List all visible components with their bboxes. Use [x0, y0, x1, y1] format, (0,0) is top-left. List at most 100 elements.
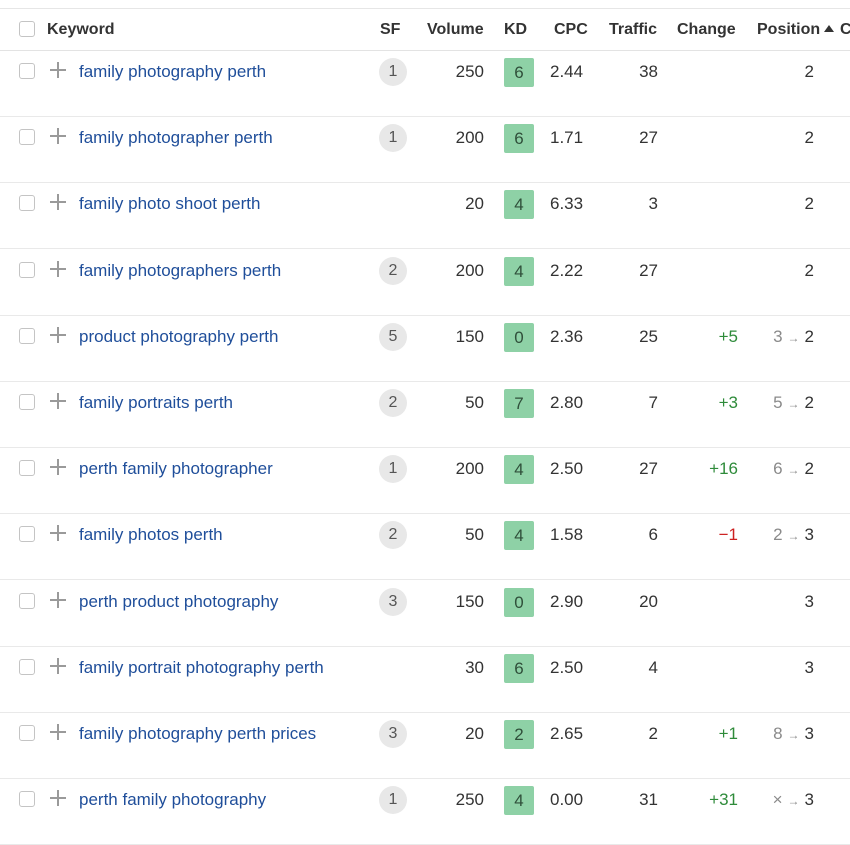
column-header-traffic[interactable]: Traffic	[609, 9, 657, 50]
column-header-volume[interactable]: Volume	[427, 9, 484, 50]
previous-position: ×	[772, 790, 783, 809]
kd-badge: 7	[504, 389, 534, 418]
position-value: 5 → 2	[740, 391, 814, 415]
select-all-checkbox[interactable]	[19, 21, 35, 37]
keyword-link[interactable]: family photos perth	[79, 523, 223, 547]
volume-value: 150	[455, 592, 484, 611]
current-position: 2	[804, 194, 814, 213]
change-value: −1	[718, 525, 738, 544]
current-position: 3	[804, 790, 814, 809]
row-checkbox[interactable]	[19, 394, 35, 410]
add-keyword-icon[interactable]	[50, 194, 66, 210]
position-value: 8 → 3	[740, 722, 814, 746]
keyword-link[interactable]: family portrait photography perth	[79, 656, 324, 680]
kd-badge: 4	[504, 190, 534, 219]
serp-features-badge[interactable]: 1	[379, 786, 407, 814]
arrow-right-icon: →	[787, 728, 800, 742]
serp-features-badge[interactable]: 2	[379, 257, 407, 285]
row-checkbox[interactable]	[19, 791, 35, 807]
current-position: 2	[804, 261, 814, 280]
column-header-keyword[interactable]: Keyword	[47, 9, 115, 50]
serp-features-badge[interactable]: 5	[379, 323, 407, 351]
add-keyword-icon[interactable]	[50, 525, 66, 541]
column-header-next[interactable]: C	[840, 9, 850, 50]
column-header-change[interactable]: Change	[677, 9, 736, 50]
row-checkbox[interactable]	[19, 460, 35, 476]
add-keyword-icon[interactable]	[50, 62, 66, 78]
position-value: 6 → 2	[740, 457, 814, 481]
row-checkbox[interactable]	[19, 195, 35, 211]
serp-features-badge[interactable]: 1	[379, 455, 407, 483]
add-keyword-icon[interactable]	[50, 658, 66, 674]
arrow-right-icon: →	[787, 397, 800, 411]
current-position: 3	[804, 658, 814, 677]
row-checkbox[interactable]	[19, 328, 35, 344]
serp-features-badge[interactable]: 1	[379, 58, 407, 86]
table-row: family photo shoot perth 20 4 6.33 3 2	[0, 182, 850, 249]
position-value: 3	[740, 656, 814, 680]
kd-badge: 4	[504, 786, 534, 815]
keyword-link[interactable]: perth product photography	[79, 590, 278, 614]
serp-features-badge[interactable]: 1	[379, 124, 407, 152]
add-keyword-icon[interactable]	[50, 790, 66, 806]
keyword-link[interactable]: family photo shoot perth	[79, 192, 260, 216]
serp-features-badge[interactable]: 2	[379, 389, 407, 417]
row-checkbox[interactable]	[19, 129, 35, 145]
add-keyword-icon[interactable]	[50, 128, 66, 144]
keyword-link[interactable]: perth family photography	[79, 788, 266, 812]
arrow-right-icon: →	[787, 331, 800, 345]
add-keyword-icon[interactable]	[50, 724, 66, 740]
table-row: family photographers perth 2 200 4 2.22 27 2	[0, 249, 850, 316]
row-checkbox[interactable]	[19, 63, 35, 79]
kd-badge: 0	[504, 323, 534, 352]
column-header-sf[interactable]: SF	[380, 9, 400, 50]
cpc-value: 0.00	[550, 790, 584, 809]
serp-features-badge[interactable]: 3	[379, 588, 407, 616]
cpc-value: 1.58	[550, 525, 584, 544]
keyword-link[interactable]: family photographers perth	[79, 259, 281, 283]
current-position: 2	[804, 327, 814, 346]
keyword-link[interactable]: perth family photographer	[79, 457, 273, 481]
change-value: +1	[718, 724, 738, 743]
current-position: 2	[804, 128, 814, 147]
add-keyword-icon[interactable]	[50, 393, 66, 409]
change-value: +3	[718, 393, 738, 412]
add-keyword-icon[interactable]	[50, 261, 66, 277]
column-header-kd[interactable]: KD	[504, 9, 527, 50]
arrow-right-icon: →	[787, 529, 800, 543]
row-checkbox[interactable]	[19, 659, 35, 675]
change-value: +16	[709, 459, 738, 478]
cpc-value: 2.50	[550, 658, 584, 677]
keyword-link[interactable]: family photographer perth	[79, 126, 273, 150]
column-header-position[interactable]: Position	[757, 9, 835, 50]
volume-value: 150	[455, 327, 484, 346]
kd-badge: 6	[504, 654, 534, 683]
keyword-link[interactable]: family portraits perth	[79, 391, 233, 415]
kd-badge: 4	[504, 257, 534, 286]
keyword-link[interactable]: product photography perth	[79, 325, 278, 349]
add-keyword-icon[interactable]	[50, 459, 66, 475]
row-checkbox[interactable]	[19, 593, 35, 609]
column-header-cpc[interactable]: CPC	[554, 9, 588, 50]
traffic-value: 2	[648, 724, 658, 743]
add-keyword-icon[interactable]	[50, 327, 66, 343]
keyword-link[interactable]: family photography perth	[79, 60, 266, 84]
serp-features-badge[interactable]: 2	[379, 521, 407, 549]
change-value: +5	[718, 327, 738, 346]
table-row: perth family photographer 1 200 4 2.50 27 +16 6…	[0, 447, 850, 514]
volume-value: 20	[465, 194, 484, 213]
table-row: family photography perth prices 3 20 2 2.65 2…	[0, 712, 850, 779]
row-checkbox[interactable]	[19, 526, 35, 542]
current-position: 2	[804, 393, 814, 412]
cpc-value: 1.71	[550, 128, 584, 147]
traffic-value: 27	[639, 261, 658, 280]
serp-features-badge[interactable]: 3	[379, 720, 407, 748]
row-checkbox[interactable]	[19, 725, 35, 741]
traffic-value: 20	[639, 592, 658, 611]
table-row: product photography perth 5 150 0 2.36 25 +5 3 →…	[0, 315, 850, 382]
row-checkbox[interactable]	[19, 262, 35, 278]
kd-badge: 6	[504, 124, 534, 153]
keyword-link[interactable]: family photography perth prices	[79, 722, 316, 746]
add-keyword-icon[interactable]	[50, 592, 66, 608]
sort-ascending-icon	[824, 25, 835, 32]
